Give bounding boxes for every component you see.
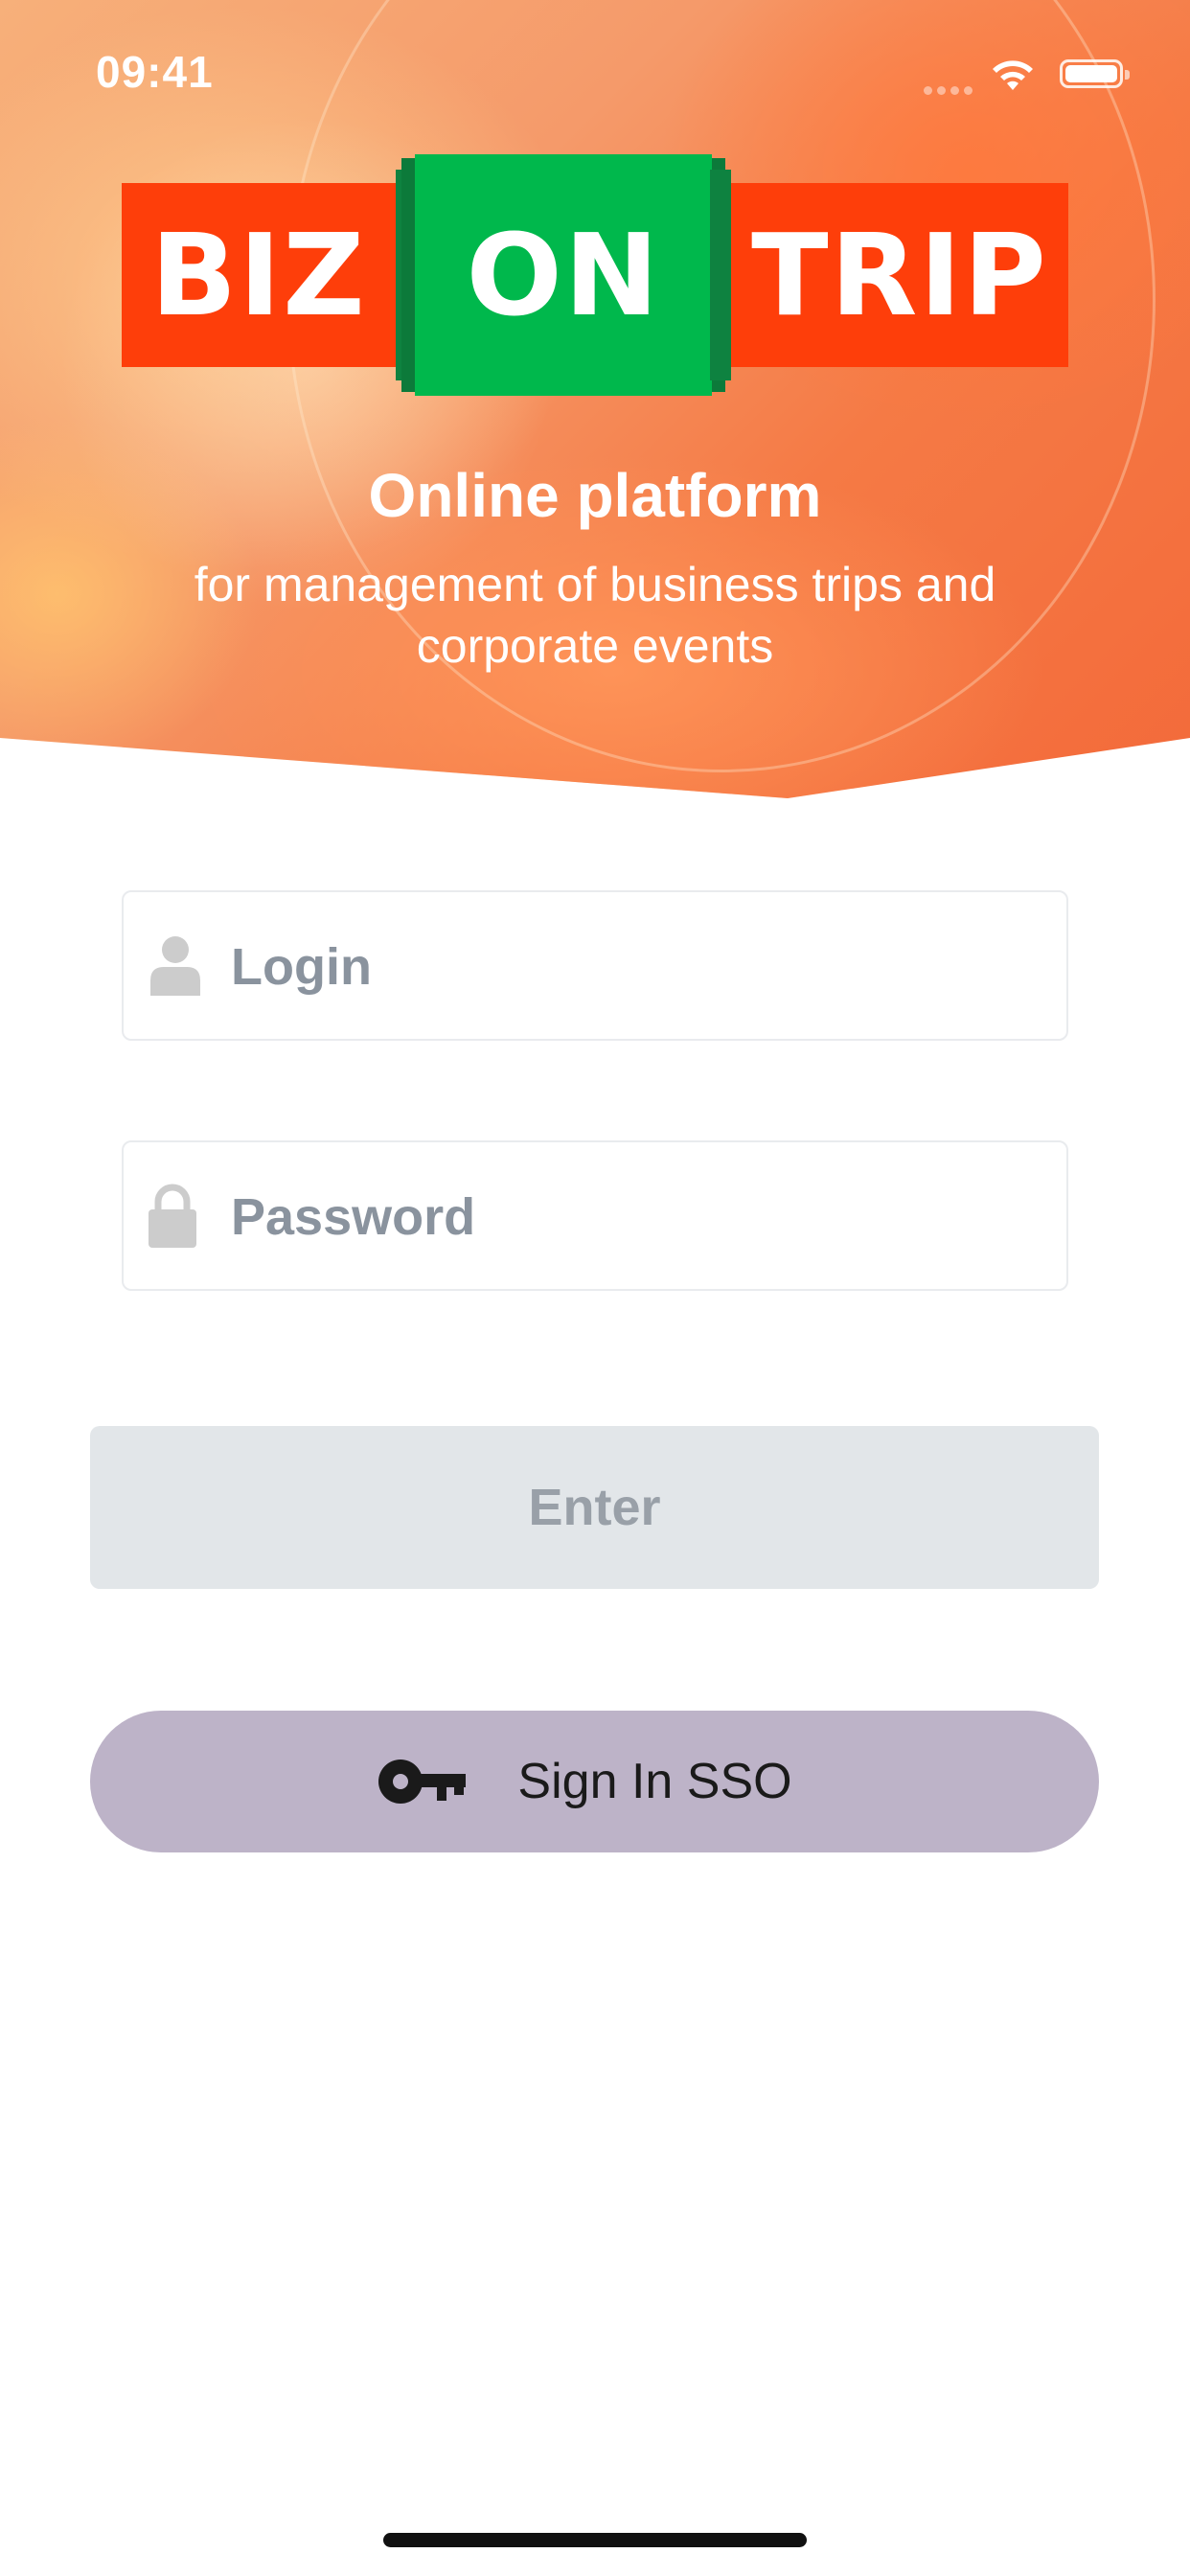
lock-icon bbox=[149, 1184, 196, 1248]
login-input[interactable] bbox=[229, 892, 1038, 1041]
status-time: 09:41 bbox=[96, 47, 214, 97]
sign-in-sso-button[interactable]: Sign In SSO bbox=[90, 1711, 1099, 1852]
sso-label: Sign In SSO bbox=[517, 1754, 792, 1809]
logo-on: ON bbox=[415, 154, 712, 396]
user-icon bbox=[150, 936, 200, 996]
password-field[interactable] bbox=[122, 1140, 1068, 1291]
logo-trip: TRIP bbox=[731, 183, 1068, 367]
home-indicator[interactable] bbox=[383, 2533, 807, 2547]
key-icon bbox=[378, 1760, 467, 1804]
login-field[interactable] bbox=[122, 890, 1068, 1041]
cellular-signal-icon bbox=[924, 82, 977, 100]
battery-icon bbox=[1060, 59, 1130, 88]
hero-banner: 09:41 BIZ ON TRIP Online platform for ma… bbox=[0, 0, 1190, 805]
wifi-icon bbox=[993, 60, 1033, 90]
enter-button[interactable]: Enter bbox=[90, 1426, 1099, 1589]
hero-title: Online platform bbox=[368, 461, 822, 530]
bizontrip-logo: BIZ ON TRIP bbox=[122, 154, 1068, 396]
hero-subtitle: for management of business trips and cor… bbox=[194, 558, 996, 673]
logo-biz: BIZ bbox=[122, 183, 396, 367]
hero-background bbox=[0, 0, 1190, 798]
logo-fold-left bbox=[396, 170, 417, 380]
password-input[interactable] bbox=[229, 1142, 1038, 1291]
logo-fold-right bbox=[710, 170, 731, 380]
